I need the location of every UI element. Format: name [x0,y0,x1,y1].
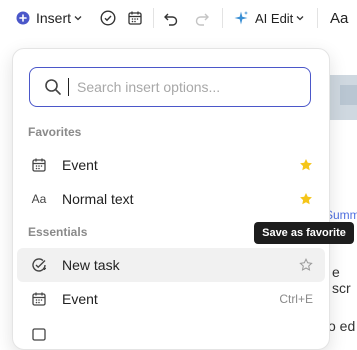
insert-options-popup: Favorites Event Aa Normal text Essential… [12,48,330,350]
essential-item-event[interactable]: Event Ctrl+E [17,282,325,316]
task-check-icon [30,256,48,274]
favorite-item-event[interactable]: Event [17,148,325,182]
ai-edit-button[interactable]: AI Edit [233,0,304,36]
essential-item-label: Event [62,291,98,307]
toolbar-divider [153,8,154,28]
insert-menu-button[interactable]: Insert [16,0,82,36]
undo-icon [164,13,178,26]
checklist-button[interactable] [100,0,116,36]
redo-button[interactable] [194,0,210,36]
sparkle-icon [234,11,248,25]
favorite-item-normal-text[interactable]: Aa Normal text [17,182,325,216]
essential-item-label: New task [62,257,120,273]
background-text-fragment: e scr [332,264,351,296]
check-circle-icon [100,10,116,26]
essentials-heading: Essentials [28,225,88,239]
star-filled-icon[interactable] [299,158,313,172]
essential-item-new-task[interactable]: New task [17,248,325,282]
toolbar-divider [317,8,318,28]
font-style-label: Aa [330,9,349,27]
text-cursor [68,78,69,96]
save-as-favorite-tooltip: Save as favorite [254,222,354,244]
calendar-icon [128,11,142,25]
plus-circle-icon [16,11,30,25]
chevron-down-icon [74,16,82,21]
favorites-heading: Favorites [28,125,82,139]
chevron-down-icon [296,16,304,21]
redo-icon [195,13,209,26]
toolbar-divider [222,8,223,28]
background-image-fragment [340,85,357,105]
essential-item-partial[interactable] [17,317,325,349]
font-style-button[interactable]: Aa [330,0,348,36]
toolbar: Insert AI Edit Aa [0,0,357,36]
ai-edit-label: AI Edit [255,10,294,26]
insert-label: Insert [36,10,72,26]
search-box[interactable] [29,67,311,107]
favorite-item-label: Event [62,157,98,173]
star-filled-icon[interactable] [299,192,313,206]
calendar-button[interactable] [127,0,143,36]
background-text-fragment: o ed [328,318,356,334]
calendar-icon [30,156,48,174]
search-input[interactable] [77,79,307,95]
favorite-item-label: Normal text [62,191,134,207]
calendar-icon [30,290,48,308]
undo-button[interactable] [163,0,179,36]
star-outline-icon[interactable] [299,258,313,272]
keyboard-shortcut: Ctrl+E [279,292,313,306]
text-aa-icon: Aa [31,192,47,206]
search-icon [45,79,61,95]
